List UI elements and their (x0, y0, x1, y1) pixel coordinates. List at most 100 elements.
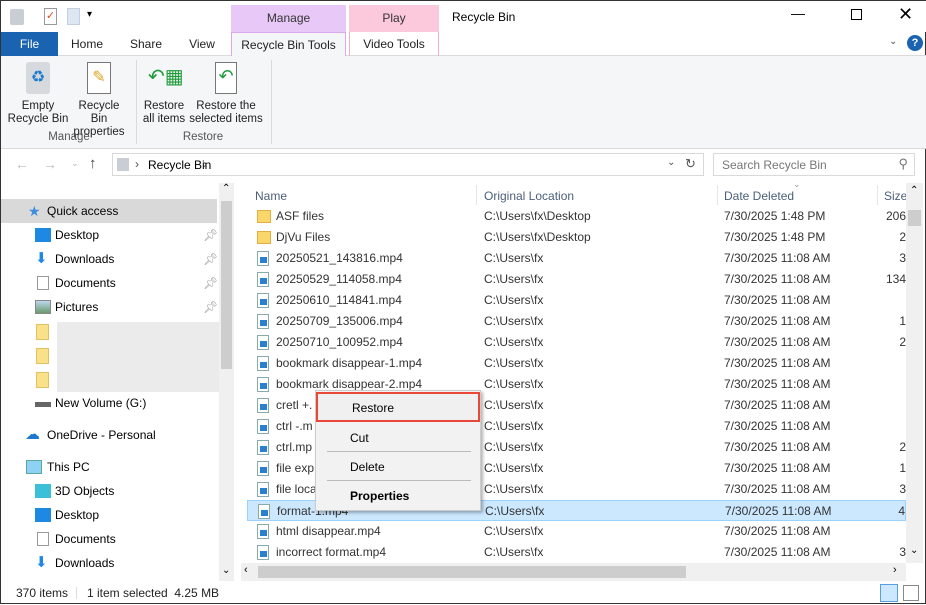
nav-onedrive[interactable]: ☁ OneDrive - Personal (1, 423, 217, 447)
video-file-icon (257, 377, 269, 392)
nav-scrollbar[interactable]: ⌃ ⌄ (219, 183, 234, 581)
pin-icon: 📌︎ (203, 252, 219, 266)
restore-all-items-button[interactable]: ↶▦ Restore all items (140, 62, 188, 126)
tab-file[interactable]: File (1, 32, 58, 56)
scroll-down-icon[interactable]: ⌄ (910, 545, 918, 556)
pin-icon: 📌︎ (203, 300, 219, 314)
nav-quick-access[interactable]: ★ Quick access (1, 199, 217, 223)
scroll-right-icon[interactable]: › (893, 564, 897, 576)
forward-button[interactable]: → (43, 156, 57, 172)
pin-icon: 📌︎ (203, 228, 219, 242)
search-input[interactable]: Search Recycle Bin ⚲ (713, 153, 915, 176)
nav-new-volume[interactable]: New Volume (G:) (1, 391, 217, 415)
table-row[interactable]: 20250529_114058.mp4 C:\Users\fx 7/30/2025 … (247, 269, 906, 290)
address-dropdown-icon[interactable]: ⌄ (667, 157, 675, 168)
scroll-thumb[interactable] (908, 210, 921, 226)
column-divider[interactable] (877, 185, 878, 205)
collapse-ribbon-icon[interactable]: ⌄ (889, 36, 897, 47)
context-menu-cut[interactable]: Cut (316, 427, 480, 449)
customize-toolbar-icon[interactable]: ▾ (87, 9, 92, 20)
scroll-up-icon[interactable]: ⌃ (910, 185, 918, 196)
maximize-button[interactable] (851, 9, 862, 20)
details-view-button[interactable] (880, 584, 898, 602)
nav-pc-downloads[interactable]: ⬇ Downloads (1, 551, 217, 575)
folder-icon (257, 210, 271, 223)
column-header-date-deleted[interactable]: Date Deleted (724, 189, 794, 203)
back-button[interactable]: ← (15, 156, 29, 172)
file-size: 2 (899, 335, 906, 349)
nav-pc-desktop[interactable]: Desktop (1, 503, 217, 527)
folder-icon (36, 324, 49, 340)
address-bar[interactable]: › Recycle Bin › ⌄ ↻ (112, 153, 704, 176)
tab-view[interactable]: View (179, 32, 225, 56)
file-size: 1 (899, 461, 906, 475)
empty-recycle-bin-button[interactable]: ♻ Empty Recycle Bin (7, 62, 69, 126)
context-menu-delete[interactable]: Delete (316, 456, 480, 478)
pin-icon: 📌︎ (203, 276, 219, 290)
nav-desktop[interactable]: Desktop 📌︎ (1, 223, 219, 247)
list-scrollbar[interactable]: ⌃ ⌄ (906, 183, 923, 563)
table-row[interactable]: DjVu Files C:\Users\fx\Desktop 7/30/2025 1… (247, 227, 906, 248)
video-file-icon (257, 251, 269, 266)
nav-pc-documents[interactable]: Documents (1, 527, 217, 551)
tab-video-tools[interactable]: Video Tools (349, 32, 439, 56)
scroll-thumb[interactable] (258, 566, 686, 578)
manage-context-tab: Manage (231, 5, 346, 32)
column-header-original-location[interactable]: Original Location (484, 189, 574, 203)
column-divider[interactable] (717, 185, 718, 205)
nav-documents[interactable]: Documents 📌︎ (1, 271, 219, 295)
file-name: ctrl.mp (276, 440, 312, 454)
table-row[interactable]: 20250709_135006.mp4 C:\Users\fx 7/30/2025 … (247, 311, 906, 332)
horizontal-scrollbar[interactable]: ‹ › (241, 563, 906, 581)
nav-this-pc[interactable]: This PC (1, 455, 217, 479)
breadcrumb-recycle-bin[interactable]: Recycle Bin (148, 158, 211, 172)
date-deleted: 7/30/2025 11:08 AM (724, 461, 831, 475)
refresh-icon[interactable]: ↻ (685, 156, 696, 172)
close-button[interactable]: ✕ (898, 4, 913, 25)
drive-icon (35, 402, 51, 407)
table-row[interactable]: 20250710_100952.mp4 C:\Users\fx 7/30/2025 … (247, 332, 906, 353)
properties-quick-icon[interactable]: ✓ (44, 8, 57, 25)
table-row[interactable]: 20250521_143816.mp4 C:\Users\fx 7/30/2025 … (247, 248, 906, 269)
up-button[interactable]: ↑ (89, 155, 97, 172)
tab-home[interactable]: Home (61, 32, 113, 56)
new-folder-quick-icon[interactable] (67, 8, 80, 25)
context-menu-properties[interactable]: Properties (316, 485, 480, 507)
large-icons-view-button[interactable] (903, 585, 919, 601)
scroll-down-icon[interactable]: ⌄ (222, 565, 230, 576)
video-file-icon (257, 356, 269, 371)
nav-downloads[interactable]: ⬇ Downloads 📌︎ (1, 247, 219, 271)
restore-all-icon: ↶▦ (148, 66, 184, 88)
file-name: cretl +. (276, 398, 313, 412)
column-header-name[interactable]: Name (255, 189, 287, 203)
scroll-up-icon[interactable]: ⌃ (222, 183, 230, 194)
ribbon-tabs: File Home Share View Recycle Bin Tools V… (1, 32, 926, 57)
recycle-bin-properties-button[interactable]: ✎ Recycle Bin properties (69, 62, 129, 139)
date-deleted: 7/30/2025 11:08 AM (724, 356, 831, 370)
column-header-size[interactable]: Size (884, 189, 906, 203)
folder-icon (36, 372, 49, 388)
scroll-thumb[interactable] (221, 201, 232, 369)
title-bar: ✓ ▾ Manage Play Recycle Bin — ✕ (1, 1, 926, 32)
breadcrumb-chevron-icon[interactable]: › (203, 157, 207, 171)
table-row[interactable]: 20250610_114841.mp4 C:\Users\fx 7/30/2025 … (247, 290, 906, 311)
scroll-left-icon[interactable]: ‹ (244, 564, 248, 576)
nav-3d-objects[interactable]: 3D Objects (1, 479, 217, 503)
help-icon[interactable]: ? (907, 35, 923, 51)
recent-locations-button[interactable]: ⌄ (71, 158, 79, 169)
tab-share[interactable]: Share (121, 32, 171, 56)
redacted-area (57, 322, 221, 392)
restore-selected-items-button[interactable]: ↶ Restore the selected items (189, 62, 263, 126)
table-row[interactable]: ASF files C:\Users\fx\Desktop 7/30/2025 1:… (247, 206, 906, 227)
table-row[interactable]: html disappear.mp4 C:\Users\fx 7/30/2025 1… (247, 521, 906, 542)
table-row[interactable]: bookmark disappear-1.mp4 C:\Users\fx 7/30/… (247, 353, 906, 374)
minimize-button[interactable]: — (791, 5, 805, 21)
video-file-icon (257, 398, 269, 413)
context-menu-restore[interactable]: Restore (316, 392, 480, 422)
item-count: 370 items (16, 586, 69, 600)
video-file-icon (257, 545, 269, 560)
table-row[interactable]: incorrect format.mp4 C:\Users\fx 7/30/2025… (247, 542, 906, 563)
column-divider[interactable] (476, 185, 477, 205)
nav-pictures[interactable]: Pictures 📌︎ (1, 295, 219, 319)
tab-recycle-bin-tools[interactable]: Recycle Bin Tools (231, 32, 346, 57)
